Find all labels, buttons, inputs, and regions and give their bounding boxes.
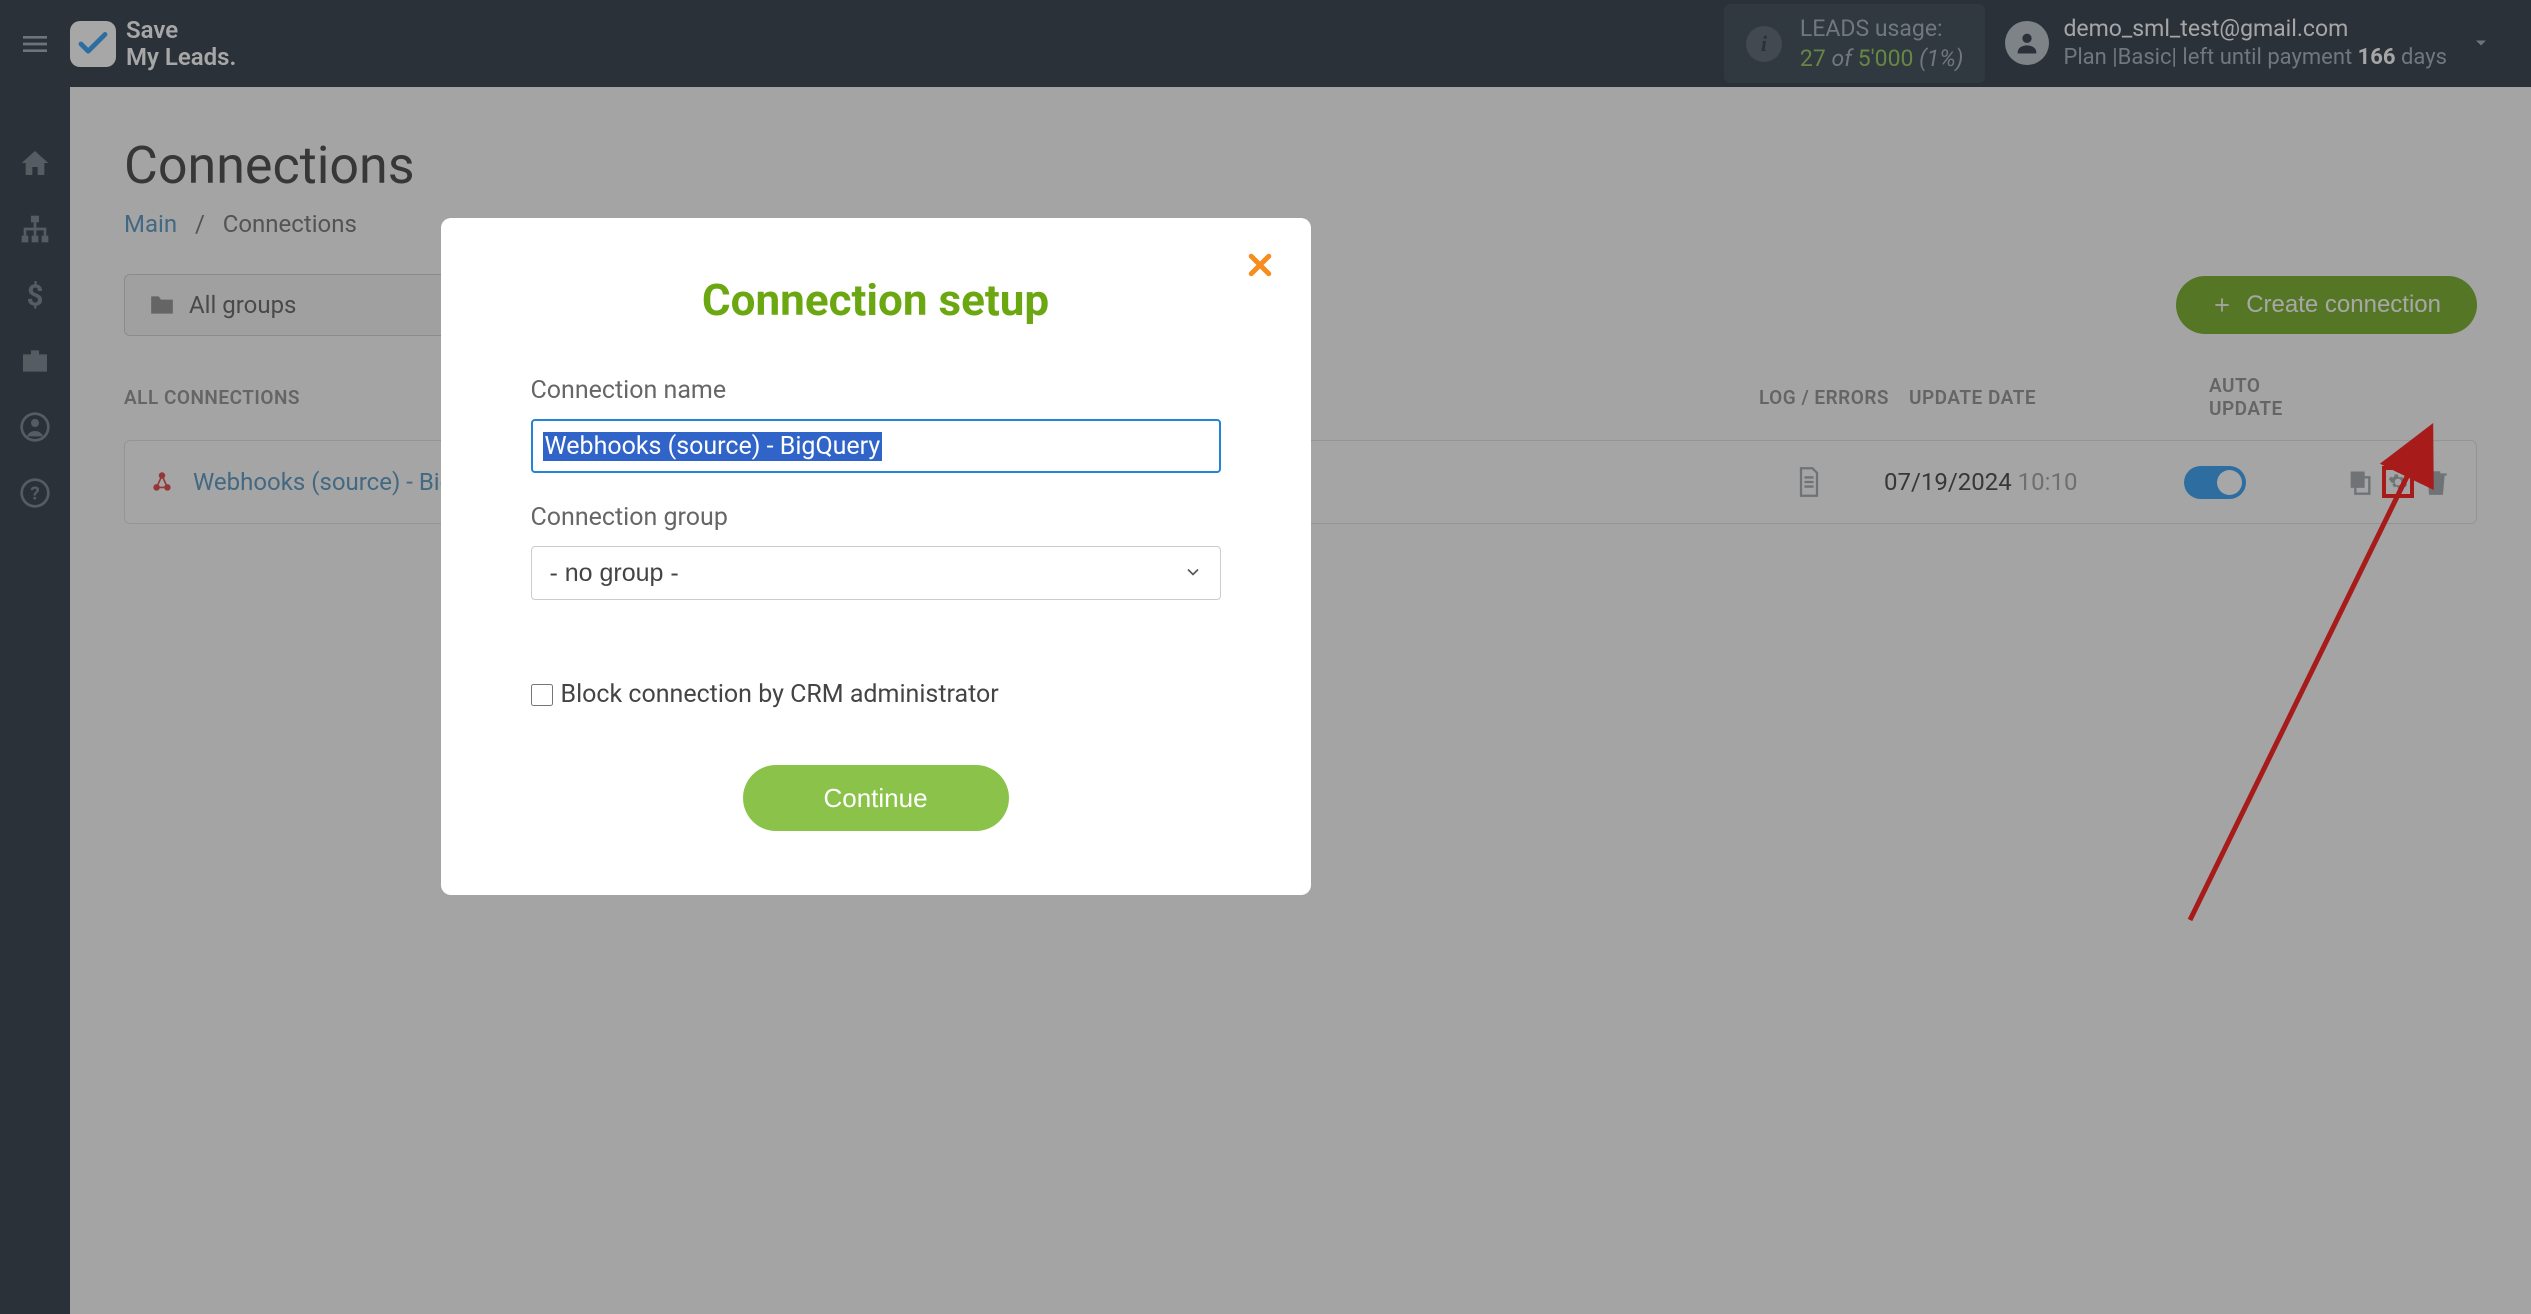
modal-close-button[interactable] bbox=[1245, 250, 1275, 280]
connection-name-value: Webhooks (source) - BigQuery bbox=[543, 432, 883, 461]
block-connection-checkbox-row[interactable]: Block connection by CRM administrator bbox=[531, 680, 1221, 709]
modal-title: Connection setup bbox=[531, 274, 1221, 326]
connection-group-label: Connection group bbox=[531, 503, 1221, 532]
block-connection-label: Block connection by CRM administrator bbox=[561, 680, 999, 709]
connection-name-input[interactable]: Webhooks (source) - BigQuery bbox=[531, 419, 1221, 473]
block-connection-checkbox[interactable] bbox=[531, 684, 553, 706]
connection-name-label: Connection name bbox=[531, 376, 1221, 405]
connection-setup-modal: Connection setup Connection name Webhook… bbox=[441, 218, 1311, 895]
connection-group-select[interactable]: - no group - bbox=[531, 546, 1221, 600]
close-icon bbox=[1245, 250, 1275, 280]
continue-button[interactable]: Continue bbox=[743, 765, 1009, 831]
